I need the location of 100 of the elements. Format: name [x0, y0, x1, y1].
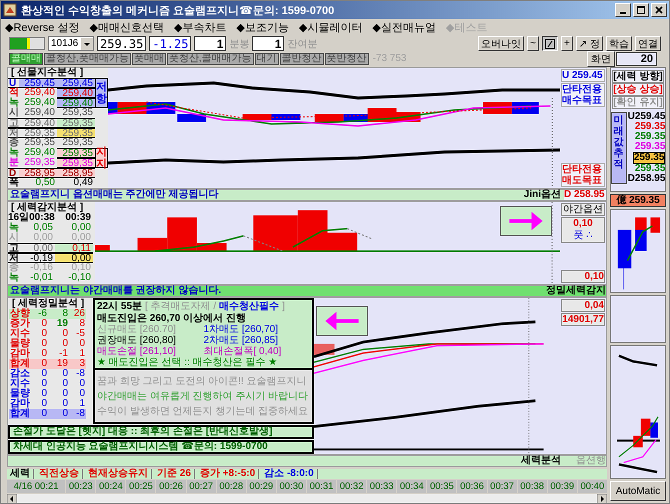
table-cell-text: 19 [56, 319, 69, 329]
status-item: 증가 +8:-5:0 [196, 469, 260, 479]
tool-button[interactable]: ↗ 정 [576, 36, 603, 51]
bar [95, 245, 110, 252]
window-title: 환상적인 수익창출의 메커니즘 요술램프지니☎문의: 1599-0700 [21, 4, 334, 18]
menu-item[interactable]: ◆보조기능 [236, 20, 289, 34]
table-cell-text: 0 [61, 389, 69, 399]
remaining-field[interactable]: 1 [252, 36, 284, 51]
advice-end: ] [282, 301, 285, 312]
level-text: 2차매도 [260,85] [204, 335, 279, 346]
night-option-value: 0,10 [573, 218, 593, 230]
table-cell-text: 0 [78, 389, 86, 399]
table-cell-text: -0,16 [29, 263, 54, 273]
table-cell: 26 [69, 309, 86, 319]
table-cell: 0,11 [55, 243, 93, 253]
signal-button[interactable]: 콜반청산 [280, 52, 324, 64]
time-label: 00:27 [186, 480, 216, 493]
menu-item[interactable]: ◆실전매뉴얼 [372, 20, 436, 34]
line-tool-button[interactable] [542, 36, 558, 51]
horizontal-scrollbar[interactable] [7, 494, 607, 503]
table-cell-text: 259,35 [23, 158, 56, 168]
tool-button[interactable]: 오버나잇 [478, 36, 524, 51]
level-text: 매도손절 [261,10] [97, 346, 177, 357]
table-cell: -8 [69, 409, 86, 419]
option-label: 옵션행 [575, 456, 606, 466]
table-cell: 259,45 [57, 78, 95, 88]
footer-tag: 정밀세력감지 [546, 286, 606, 296]
menu-item[interactable]: ◆부속차트 [174, 20, 226, 34]
row-label: 시 [8, 233, 19, 243]
change-field[interactable]: -1.25 [149, 36, 192, 51]
row-label: 분 [8, 158, 19, 168]
close-button[interactable] [651, 3, 667, 17]
table-cell-text: -1 [58, 349, 69, 359]
table-cell: 0 [31, 359, 48, 369]
forecast-value: 259.35 [634, 122, 666, 132]
row-label: 감마 [9, 399, 31, 409]
forecast-value: 259.35 [634, 142, 666, 152]
row-label: 지수 [9, 379, 31, 389]
table-cell-text: 0 [61, 369, 69, 379]
scroll-left-icon[interactable] [7, 494, 17, 503]
footer-tag: Jini옵션 [524, 190, 561, 200]
table-cell: 19 [48, 359, 69, 369]
minimize-button[interactable] [615, 3, 631, 17]
footer-message: 요술램프지니는 야간매매를 권장하지 않습니다. [9, 286, 222, 296]
resistance-label: 저항 [95, 78, 108, 108]
candle [177, 114, 206, 122]
signal-button[interactable]: 콜청산,풋매매가능 [44, 52, 131, 64]
signal-button[interactable]: 풋청산,콜매매가능 [166, 52, 254, 64]
advice-strong: 매수청산필수 [219, 301, 280, 312]
table-cell-text: -5 [75, 329, 86, 339]
level-text: 권장매도 [260,80] [97, 335, 177, 346]
time-label: 00:29 [246, 480, 276, 493]
tool-button[interactable]: 학습 [606, 36, 632, 51]
advice-text: [ 추격매도자제 / [145, 301, 216, 312]
table-cell-text: -0,01 [29, 273, 54, 283]
menu-item[interactable]: ◆시뮬레이터 [298, 20, 362, 34]
symbol-dropdown[interactable]: 101J6 [48, 36, 94, 51]
table-cell-text: 0 [61, 339, 69, 349]
app-icon [3, 3, 17, 17]
row-label: 저 [8, 128, 19, 138]
status-item: 감소 -8:0:0 [261, 469, 318, 479]
tool-button[interactable]: ~ [527, 36, 539, 51]
menu-item[interactable]: ◆Reverse 설정 [5, 20, 80, 34]
price-field[interactable]: 259.35 [97, 36, 146, 51]
upper-value: U 259.45 [561, 69, 605, 82]
index-value: 14901,77 [561, 313, 605, 326]
time-label: 00:36 [457, 480, 487, 493]
status-item: 현재상승유지 [85, 469, 152, 479]
signal-button[interactable]: 대기 [254, 52, 279, 64]
table-cell-text: 0,00 [32, 233, 54, 243]
time-label: 00:37 [488, 480, 517, 493]
table-header: 00:39 [64, 213, 92, 223]
tool-button[interactable]: 연결 [635, 36, 661, 51]
confirm-value: [확인 유지] [612, 96, 664, 109]
screen-label: 화면 [587, 50, 615, 66]
row-label: 적 [8, 88, 19, 98]
automatic-button[interactable]: AutoMatic [610, 481, 666, 501]
forecast-value: 259.35 [634, 164, 666, 174]
maximize-button[interactable] [633, 3, 649, 17]
row-label: 감마 [9, 349, 31, 359]
tool-button[interactable]: + [560, 36, 573, 51]
table-cell-text: 0 [61, 329, 69, 339]
direction-title: [세력 방향] [612, 70, 664, 83]
menu-item[interactable]: ◆매매신호선택 [89, 20, 164, 34]
line-icon [544, 38, 555, 48]
time-label: 00:32 [337, 480, 366, 493]
forecast-value: D258.95 [628, 174, 666, 184]
stop-notice: 손절가 도달은 [헷지] 대응 :: 최후의 손절은 [반대신호발생] [8, 425, 314, 439]
blank-panel [610, 295, 666, 343]
table-cell-text: 0 [40, 379, 48, 389]
table-cell-text: 0,10 [70, 263, 92, 273]
table-cell-text: 0,49 [74, 178, 94, 188]
screen-field[interactable]: 20 [616, 52, 657, 66]
close-icon [655, 6, 663, 14]
scroll-right-icon[interactable] [597, 494, 607, 503]
footer-tag: 세력분석 [521, 456, 561, 466]
interval-field[interactable]: 1 [194, 36, 226, 51]
signal-button[interactable]: 풋매매 [132, 52, 166, 64]
signal-button[interactable]: 풋반청산 [324, 52, 369, 64]
time-label: 00:24 [96, 480, 126, 493]
